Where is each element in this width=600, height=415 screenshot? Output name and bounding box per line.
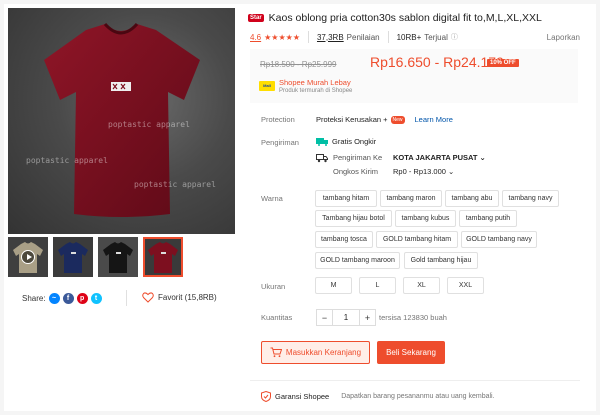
watermark: poptastic apparel [108,120,190,129]
color-option[interactable]: GOLD tambang hitam [376,231,458,248]
sold-count: 10RB+ [396,32,422,42]
ship-to-city[interactable]: KOTA JAKARTA PUSAT ⌄ [393,153,486,162]
star-seller-badge: Star [248,14,264,22]
heart-icon [142,292,154,303]
chevron-down-icon: ⌄ [479,153,486,162]
sold-label: Terjual [424,32,448,42]
shipping-cost-value: Rp0 - Rp13.000 [393,167,446,176]
divider [307,31,309,43]
quantity-label: Kuantitas [261,313,293,322]
promo-name[interactable]: Shopee Murah Lebay [279,78,351,87]
tshirt-thumb-icon [148,242,178,273]
twitter-icon[interactable]: t [90,293,102,304]
ratings-label: Penilaian [346,32,380,42]
help-icon[interactable]: ⓘ [451,32,458,42]
color-option[interactable]: tambang putih [459,210,517,227]
thumbnail-strip [8,237,183,277]
current-price: Rp16.650 - Rp24.179 [370,54,504,70]
share-label: Share: [22,294,46,303]
minus-button[interactable]: − [316,309,333,326]
cart-icon [270,347,282,358]
add-to-cart-button[interactable]: Masukkan Keranjang [261,341,370,364]
free-shipping-label: Gratis Ongkir [332,137,377,146]
favorite-count: Favorit (15,8RB) [158,293,217,302]
free-shipping: Gratis Ongkir [316,137,376,146]
thumb-black[interactable] [98,237,138,277]
free-shipping-truck-icon [316,138,328,146]
new-badge: New [390,116,405,125]
messenger-icon[interactable]: ~ [48,293,60,304]
ship-to-label: Pengiriman Ke [333,153,383,162]
product-main-image[interactable]: poptastic apparel poptastic apparel popt… [8,8,235,234]
report-link[interactable]: Laporkan [547,33,580,42]
color-option[interactable]: tambang navy [502,190,559,207]
ship-to-value: KOTA JAKARTA PUSAT [393,153,478,162]
rating-row: 4.6 ★★★★★ 37,3RB Penilaian 10RB+ Terjual… [250,31,580,43]
guarantee-text: Dapatkan barang pesananmu atau uang kemb… [341,393,495,400]
discount-badge: 10% OFF [487,59,519,67]
stock-text: tersisa 123830 buah [379,313,447,322]
divider [126,290,127,306]
ratings-count[interactable]: 37,3RB [317,33,344,42]
quantity-stepper: − 1 + [316,309,376,326]
size-option[interactable]: XXL [447,277,484,294]
watermark: poptastic apparel [26,156,108,165]
chevron-down-icon: ⌄ [448,167,455,176]
facebook-icon[interactable]: f [62,293,74,304]
protection-row: Proteksi Kerusakan + New Learn More [316,115,453,125]
original-price: Rp18.500 - Rp25.999 [260,60,337,69]
share-row: Share: ~ f p t [22,293,102,304]
color-option[interactable]: Tambang hijau botol [315,210,392,227]
shipping-cost[interactable]: Rp0 - Rp13.000 ⌄ [393,167,454,176]
color-label: Warna [261,194,283,203]
buy-now-button[interactable]: Beli Sekarang [377,341,445,364]
size-option[interactable]: L [359,277,396,294]
protection-value: Proteksi Kerusakan + [316,115,388,124]
color-option[interactable]: GOLD tambang maroon [315,252,400,269]
shipping-label: Pengiriman [261,138,299,147]
thumb-video[interactable] [8,237,48,277]
protection-label: Protection [261,115,295,124]
tshirt-thumb-icon [103,242,133,273]
favorite-button[interactable]: Favorit (15,8RB) [142,292,217,303]
guarantee-row: Garansi Shopee Dapatkan barang pesananmu… [261,391,495,402]
guarantee-label[interactable]: Garansi Shopee [275,392,329,401]
play-icon [21,250,35,264]
color-option[interactable]: tambang kubus [395,210,456,227]
rating-stars-icon: ★★★★★ [264,32,300,42]
shipping-cost-label: Ongkos Kirim [333,167,379,176]
color-option[interactable]: tambang hitam [315,190,377,207]
add-to-cart-label: Masukkan Keranjang [285,348,362,357]
shield-icon [261,391,271,402]
rating-value[interactable]: 4.6 [250,33,261,42]
learn-more-link[interactable]: Learn More [415,115,453,124]
pinterest-icon[interactable]: p [76,293,88,304]
promo-logo-icon: Mall [259,81,275,91]
divider [387,31,389,43]
color-option[interactable]: tambang tosca [315,231,373,248]
product-title: Kaos oblong pria cotton30s sablon digita… [268,12,542,24]
color-option[interactable]: Gold tambang hijau [404,252,478,269]
title-row: Star Kaos oblong pria cotton30s sablon d… [248,12,542,24]
promo-subtitle: Produk termurah di Shopee [279,88,353,94]
size-option[interactable]: XL [403,277,440,294]
size-label: Ukuran [261,282,286,291]
watermark: poptastic apparel [134,180,216,189]
quantity-input[interactable]: 1 [333,309,359,326]
price-box: Rp18.500 - Rp25.999 Rp16.650 - Rp24.179 … [250,49,578,103]
divider [250,380,580,381]
plus-button[interactable]: + [359,309,376,326]
size-option[interactable]: M [315,277,352,294]
color-option[interactable]: GOLD tambang navy [461,231,537,248]
color-option[interactable]: tambang abu [445,190,499,207]
thumb-navy[interactable] [53,237,93,277]
thumb-maroon[interactable] [143,237,183,277]
tshirt-thumb-icon [58,242,88,273]
color-option[interactable]: tambang maron [380,190,442,207]
truck-icon [316,154,328,163]
